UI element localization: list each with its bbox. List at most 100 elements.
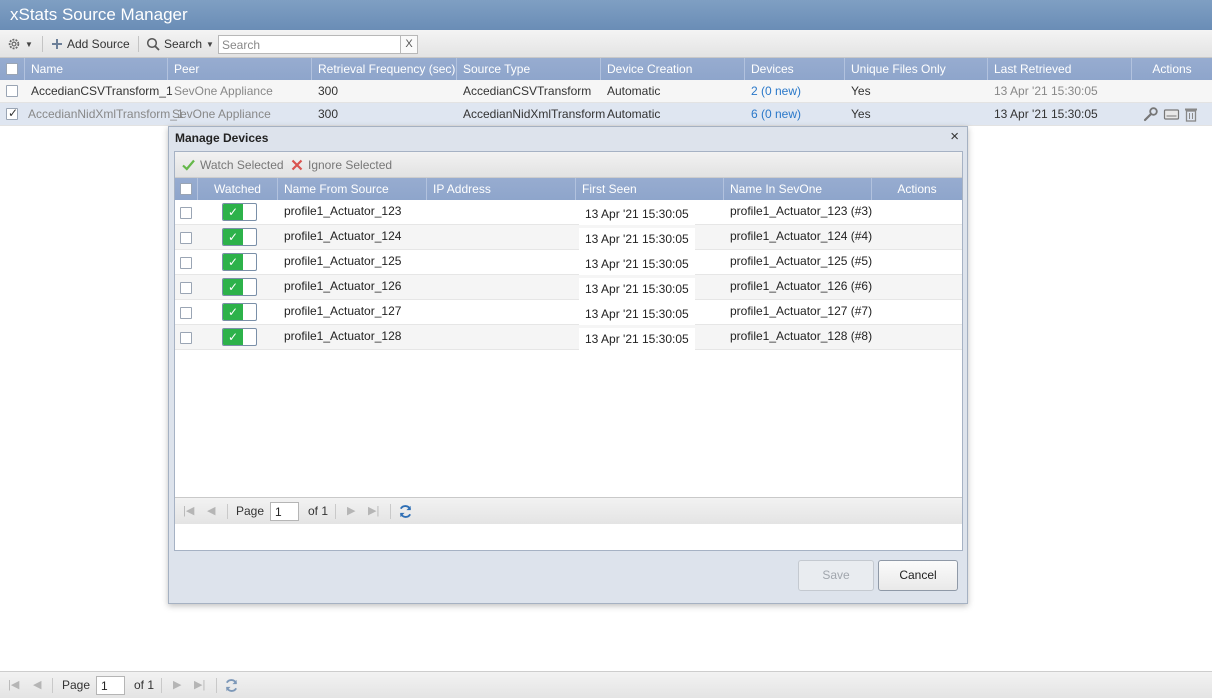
source-frequency: 300 <box>318 107 339 121</box>
wrench-icon[interactable] <box>1143 106 1159 122</box>
app-title: xStats Source Manager <box>0 0 1212 30</box>
page-label: Page <box>236 504 265 518</box>
watched-toggle[interactable]: ✓ <box>222 203 257 221</box>
next-page-icon[interactable]: ▶ <box>173 672 181 698</box>
add-source-label: Add Source <box>67 37 130 51</box>
device-name-from-source: profile1_Actuator_124 <box>284 229 402 243</box>
device-name-from-source: profile1_Actuator_126 <box>284 279 402 293</box>
search-clear-button[interactable]: X <box>400 35 418 54</box>
watched-toggle[interactable]: ✓ <box>222 328 257 346</box>
column-header-watched[interactable]: Watched <box>198 178 278 200</box>
prev-page-icon[interactable]: ◀ <box>33 672 41 698</box>
dialog-toolbar: Watch Selected Ignore Selected <box>175 152 962 178</box>
plus-icon <box>52 39 62 49</box>
cancel-button[interactable]: Cancel <box>878 560 958 591</box>
device-name-in-sevone: profile1_Actuator_123 (#3) <box>730 204 873 218</box>
page-number-input[interactable] <box>96 676 125 695</box>
column-header-actions: Actions <box>1152 62 1192 76</box>
device-name-in-sevone: profile1_Actuator_124 (#4) <box>730 229 873 243</box>
watched-toggle[interactable]: ✓ <box>222 253 257 271</box>
watched-toggle[interactable]: ✓ <box>222 303 257 321</box>
source-devices-link[interactable]: 2 (0 new) <box>745 80 801 103</box>
row-checkbox[interactable] <box>180 332 192 344</box>
device-name-from-source: profile1_Actuator_128 <box>284 329 402 343</box>
close-icon[interactable]: × <box>950 128 959 145</box>
check-icon: ✓ <box>223 229 243 245</box>
column-header-name-from-source[interactable]: Name From Source <box>278 178 427 200</box>
row-checkbox[interactable] <box>180 207 192 219</box>
column-header-first-seen[interactable]: First Seen <box>576 178 724 200</box>
watch-selected-button[interactable]: Watch Selected <box>182 152 284 178</box>
last-page-icon[interactable]: ▶| <box>194 672 205 698</box>
refresh-icon[interactable] <box>224 678 239 693</box>
page-number-input[interactable] <box>270 502 299 521</box>
devices-panel: Watch Selected Ignore Selected Watched N… <box>174 151 963 551</box>
device-name-in-sevone: profile1_Actuator_126 (#6) <box>730 279 873 293</box>
next-page-icon[interactable]: ▶ <box>347 498 355 525</box>
page-count: of 1 <box>308 504 329 518</box>
row-actions <box>1143 106 1198 122</box>
table-row[interactable]: ✓ profile1_Actuator_126 13 Apr '21 15:30… <box>175 275 962 303</box>
row-checkbox[interactable] <box>6 85 18 97</box>
prev-page-icon[interactable]: ◀ <box>207 498 215 525</box>
save-button[interactable]: Save <box>798 560 874 591</box>
check-icon <box>182 159 195 171</box>
column-header-ip-address[interactable]: IP Address <box>427 178 576 200</box>
device-ip <box>427 225 433 250</box>
page-count: of 1 <box>134 678 155 692</box>
row-checkbox[interactable] <box>180 307 192 319</box>
table-row[interactable]: ✓ profile1_Actuator_127 13 Apr '21 15:30… <box>175 300 962 328</box>
watched-toggle[interactable]: ✓ <box>222 228 257 246</box>
refresh-icon[interactable] <box>398 504 413 519</box>
table-row[interactable]: ✓ profile1_Actuator_123 13 Apr '21 15:30… <box>175 200 962 228</box>
table-row[interactable]: ✓ profile1_Actuator_125 13 Apr '21 15:30… <box>175 250 962 278</box>
check-icon: ✓ <box>223 204 243 220</box>
device-icon[interactable] <box>1163 106 1180 122</box>
watched-toggle[interactable]: ✓ <box>222 278 257 296</box>
source-name: AccedianNidXmlTransform_1 <box>28 107 184 121</box>
last-page-icon[interactable]: ▶| <box>368 498 379 525</box>
row-checkbox[interactable] <box>180 257 192 269</box>
search-icon <box>146 37 160 51</box>
table-row[interactable]: AccedianNidXmlTransform_1 SevOne Applian… <box>0 103 1212 126</box>
device-name-from-source: profile1_Actuator_127 <box>284 304 402 318</box>
row-checkbox[interactable] <box>180 282 192 294</box>
search-menu-button[interactable]: Search ▼ <box>146 30 214 58</box>
device-ip <box>427 300 433 325</box>
column-header-name-in-sevone[interactable]: Name In SevOne <box>724 178 872 200</box>
source-peer: SevOne Appliance <box>174 84 273 98</box>
device-ip <box>427 325 433 350</box>
chevron-down-icon: ▼ <box>206 39 214 49</box>
device-name-in-sevone: profile1_Actuator_127 (#7) <box>730 304 873 318</box>
column-header-source-type[interactable]: Source Type <box>457 58 601 80</box>
table-row[interactable]: ✓ profile1_Actuator_124 13 Apr '21 15:30… <box>175 225 962 253</box>
source-unique-files: Yes <box>851 84 871 98</box>
table-row[interactable]: AccedianCSVTransform_1 SevOne Appliance … <box>0 80 1212 103</box>
column-header-frequency[interactable]: Retrieval Frequency (sec) <box>312 58 457 80</box>
column-header-devices[interactable]: Devices <box>745 58 845 80</box>
watch-selected-label: Watch Selected <box>200 158 284 172</box>
column-header-device-creation[interactable]: Device Creation <box>601 58 745 80</box>
select-all-devices-checkbox[interactable] <box>180 183 192 195</box>
settings-menu-button[interactable]: ▼ <box>7 30 33 58</box>
select-all-checkbox[interactable] <box>6 63 18 75</box>
add-source-button[interactable]: Add Source <box>51 30 130 58</box>
column-header-name[interactable]: Name <box>25 58 168 80</box>
ignore-selected-button[interactable]: Ignore Selected <box>291 152 392 178</box>
device-name-from-source: profile1_Actuator_123 <box>284 204 402 218</box>
trash-icon[interactable] <box>1184 106 1198 122</box>
first-page-icon[interactable]: |◀ <box>8 672 19 698</box>
select-all-cell <box>175 178 198 200</box>
device-ip <box>427 250 433 275</box>
table-row[interactable]: ✓ profile1_Actuator_128 13 Apr '21 15:30… <box>175 325 962 353</box>
search-input[interactable] <box>218 35 402 54</box>
source-device-creation: Automatic <box>607 84 661 98</box>
source-devices-link[interactable]: 6 (0 new) <box>745 103 801 126</box>
row-checkbox[interactable] <box>180 232 192 244</box>
column-header-last-retrieved[interactable]: Last Retrieved <box>988 58 1132 80</box>
source-type: AccedianNidXmlTransform <box>463 107 606 121</box>
first-page-icon[interactable]: |◀ <box>183 498 194 525</box>
column-header-unique-files[interactable]: Unique Files Only <box>845 58 988 80</box>
column-header-peer[interactable]: Peer <box>168 58 312 80</box>
row-checkbox[interactable] <box>6 106 18 120</box>
